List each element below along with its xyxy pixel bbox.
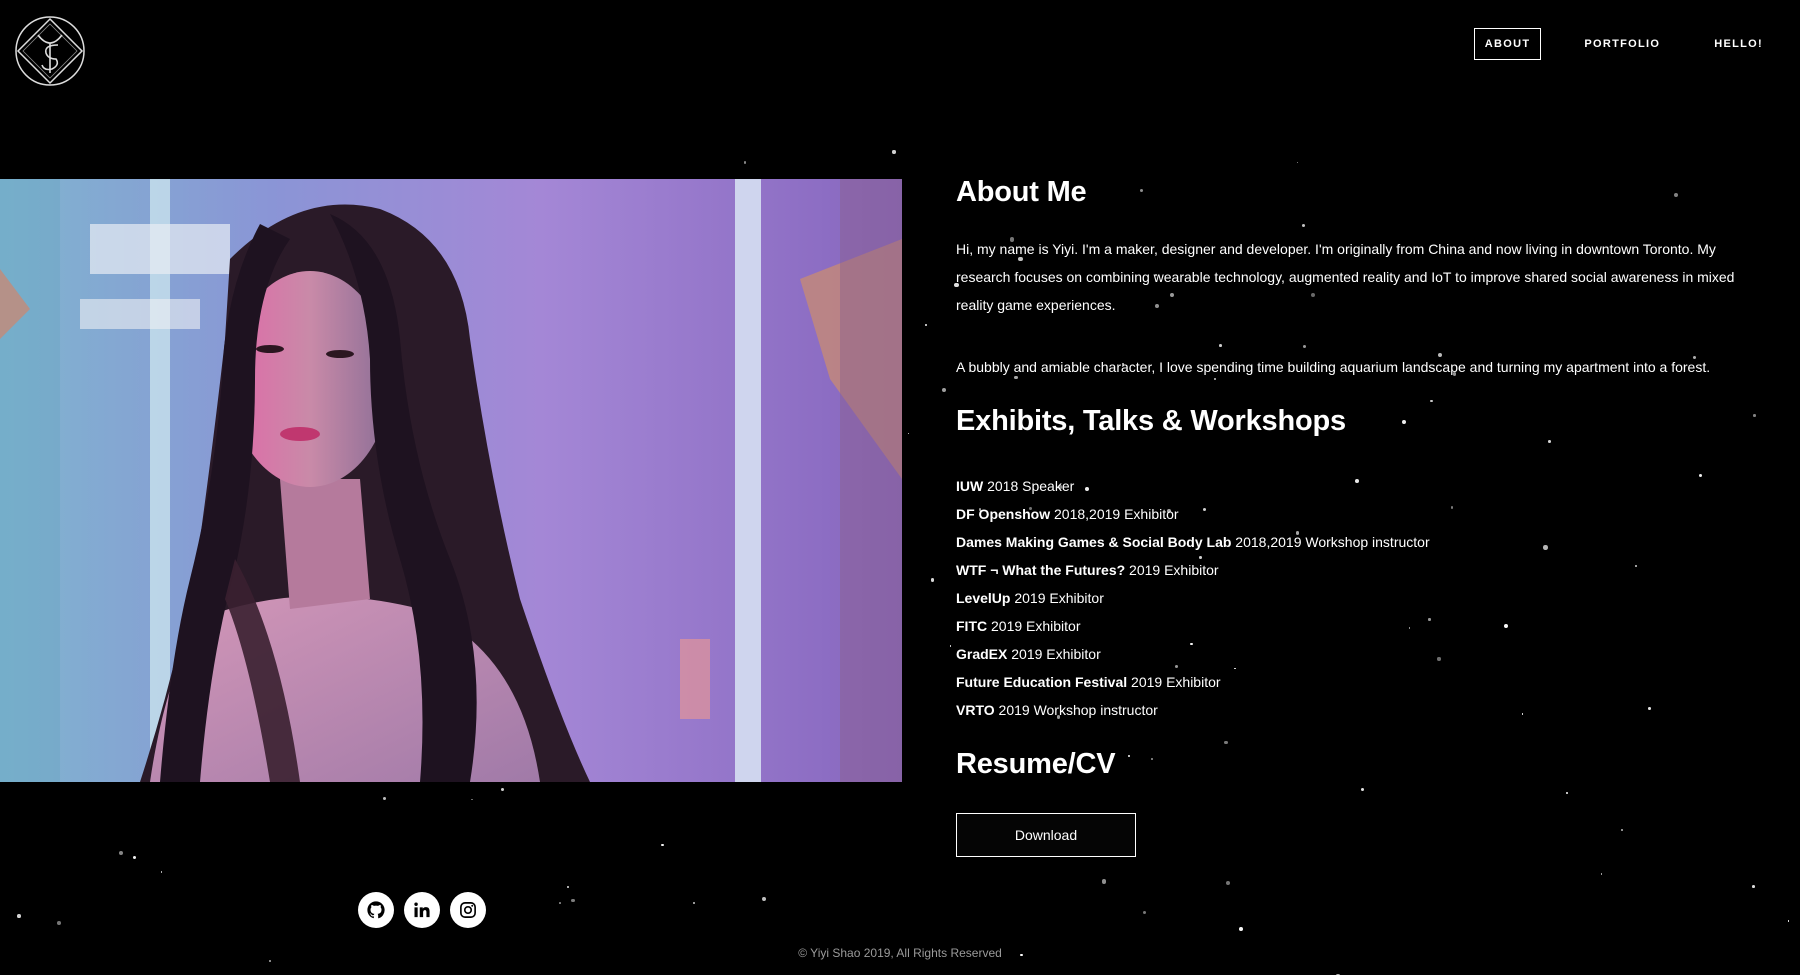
exhibit-detail: 2019 Exhibitor — [987, 618, 1081, 634]
list-item: VRTO 2019 Workshop instructor — [956, 696, 1756, 724]
star — [567, 886, 570, 889]
logo[interactable] — [14, 15, 86, 87]
list-item: FITC 2019 Exhibitor — [956, 612, 1756, 640]
resume-title: Resume/CV — [956, 748, 1116, 780]
exhibit-name: VRTO — [956, 702, 995, 718]
star — [930, 578, 935, 582]
list-item: DF Openshow 2018,2019 Exhibitor — [956, 500, 1756, 528]
exhibit-name: WTF ¬ What the Futures? — [956, 562, 1126, 578]
list-item: Dames Making Games & Social Body Lab 201… — [956, 528, 1756, 556]
star — [1600, 873, 1603, 876]
star — [1296, 161, 1299, 164]
star — [57, 920, 61, 925]
star — [268, 960, 271, 962]
footer: © Yiyi Shao 2019, All Rights Reserved — [700, 946, 1100, 960]
social-links — [358, 892, 486, 928]
exhibit-detail: 2019 Exhibitor — [1127, 674, 1221, 690]
exhibit-name: Dames Making Games & Social Body Lab — [956, 534, 1232, 550]
star — [661, 843, 664, 847]
exhibit-detail: 2019 Exhibitor — [1010, 590, 1104, 606]
star — [383, 796, 387, 800]
exhibit-name: LevelUp — [956, 590, 1011, 606]
star — [907, 432, 910, 435]
exhibit-detail: 2019 Workshop instructor — [994, 702, 1158, 718]
list-item: IUW 2018 Speaker — [956, 472, 1756, 500]
star — [925, 323, 928, 327]
star — [762, 897, 766, 902]
star — [119, 850, 124, 855]
star — [133, 855, 137, 859]
star — [941, 387, 947, 392]
star — [571, 898, 576, 903]
star — [16, 914, 21, 918]
exhibits-title: Exhibits, Talks & Workshops — [956, 405, 1346, 437]
exhibit-detail: 2019 Exhibitor — [1125, 562, 1219, 578]
copyright-text: © Yiyi Shao 2019, All Rights Reserved — [798, 946, 1002, 960]
linkedin-icon — [414, 902, 430, 918]
github-icon — [367, 901, 385, 919]
star — [892, 150, 896, 154]
list-item: Future Education Festival 2019 Exhibitor — [956, 668, 1756, 696]
exhibit-detail: 2018,2019 Workshop instructor — [1231, 534, 1430, 550]
linkedin-button[interactable] — [404, 892, 440, 928]
star — [1225, 881, 1231, 886]
exhibit-detail: 2019 Exhibitor — [1007, 646, 1101, 662]
about-title: About Me — [956, 176, 1087, 208]
main-nav: ABOUT PORTFOLIO HELLO! — [1460, 28, 1774, 60]
exhibit-name: IUW — [956, 478, 984, 494]
list-item: WTF ¬ What the Futures? 2019 Exhibitor — [956, 556, 1756, 584]
star — [743, 161, 747, 164]
about-paragraph-2: A bubbly and amiable character, I love s… — [956, 359, 1711, 375]
exhibits-list: IUW 2018 Speaker DF Openshow 2018,2019 E… — [956, 472, 1756, 724]
star — [1787, 920, 1790, 922]
star — [1752, 885, 1756, 889]
instagram-button[interactable] — [450, 892, 486, 928]
star — [1142, 910, 1146, 914]
star — [1101, 879, 1107, 884]
star — [160, 871, 163, 873]
exhibit-name: DF Openshow — [956, 506, 1051, 522]
star — [559, 902, 561, 904]
portrait-image — [0, 179, 902, 782]
about-content: About Me Hi, my name is Yiyi. I'm a make… — [956, 172, 1756, 857]
star — [692, 901, 695, 905]
nav-about[interactable]: ABOUT — [1473, 28, 1542, 60]
exhibit-name: FITC — [956, 618, 988, 634]
instagram-icon — [460, 902, 476, 918]
download-resume-button[interactable]: Download — [956, 813, 1136, 857]
github-button[interactable] — [358, 892, 394, 928]
star — [471, 798, 473, 801]
nav-portfolio[interactable]: PORTFOLIO — [1573, 28, 1671, 60]
exhibit-name: GradEX — [956, 646, 1008, 662]
star — [949, 645, 952, 648]
profile-photo — [0, 179, 902, 782]
about-paragraph-1: Hi, my name is Yiyi. I'm a maker, design… — [956, 241, 1735, 313]
list-item: LevelUp 2019 Exhibitor — [956, 584, 1756, 612]
exhibit-detail: 2018 Speaker — [983, 478, 1075, 494]
list-item: GradEX 2019 Exhibitor — [956, 640, 1756, 668]
star — [500, 787, 504, 791]
exhibit-detail: 2018,2019 Exhibitor — [1050, 506, 1179, 522]
logo-icon — [15, 16, 85, 86]
star — [1239, 927, 1243, 931]
nav-hello[interactable]: HELLO! — [1703, 28, 1774, 60]
exhibit-name: Future Education Festival — [956, 674, 1128, 690]
